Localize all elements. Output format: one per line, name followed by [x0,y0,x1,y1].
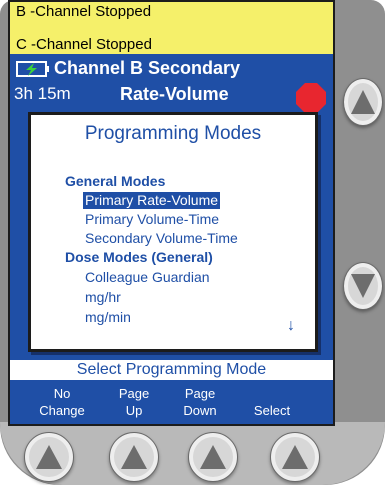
channel-title: Channel B Secondary [54,58,241,78]
softkey-page-down: Page Down [183,386,217,418]
battery-charging-icon [16,61,49,77]
prompt-text: Select Programming Mode [10,360,333,380]
list-header-general-modes: General Modes [65,173,166,189]
down-arrow-icon [351,274,375,298]
softkey-page-up: Page Up [118,386,150,418]
up-arrow-icon [200,445,226,469]
softkey-3-button[interactable] [188,432,238,482]
up-arrow-icon [36,445,62,469]
programming-modes-dialog: Programming Modes General Modes Primary … [28,112,318,352]
scroll-down-indicator-icon: ↓ [287,317,295,334]
softkey-no-change: No Change [39,386,85,418]
list-item-primary-volume-time[interactable]: Primary Volume-Time [85,211,219,228]
channel-header: Channel B Secondary 3h 15m Rate-Volume [10,54,333,113]
softkey-1-button[interactable] [24,432,74,482]
up-arrow-icon [121,445,147,469]
up-arrow-icon [351,90,375,114]
alert-banner: B -Channel Stopped C -Channel Stopped [10,2,333,54]
display-screen: B -Channel Stopped C -Channel Stopped Ch… [8,0,335,426]
list-item-colleague-guardian[interactable]: Colleague Guardian [85,269,210,286]
alert-channel-b: B -Channel Stopped [16,3,152,20]
list-header-dose-modes: Dose Modes (General) [65,249,213,265]
list-item-mg-hr[interactable]: mg/hr [85,289,121,306]
softkey-2-button[interactable] [109,432,159,482]
softkey-labels: No Change Page Up Page Down Select [10,385,333,424]
alert-channel-c: C -Channel Stopped [16,36,152,53]
dialog-title: Programming Modes [84,123,262,144]
list-item-mg-min[interactable]: mg/min [85,309,131,326]
scroll-down-button[interactable] [343,262,383,310]
up-arrow-icon [282,445,308,469]
stop-octagon-icon [296,83,326,113]
scroll-up-button[interactable] [343,78,383,126]
softkey-select: Select [253,403,291,418]
softkey-4-button[interactable] [270,432,320,482]
infusion-mode-label: Rate-Volume [120,84,229,104]
list-item-secondary-volume-time[interactable]: Secondary Volume-Time [85,230,238,247]
elapsed-time: 3h 15m [14,84,71,103]
list-item-primary-rate-volume[interactable]: Primary Rate-Volume [83,192,221,209]
